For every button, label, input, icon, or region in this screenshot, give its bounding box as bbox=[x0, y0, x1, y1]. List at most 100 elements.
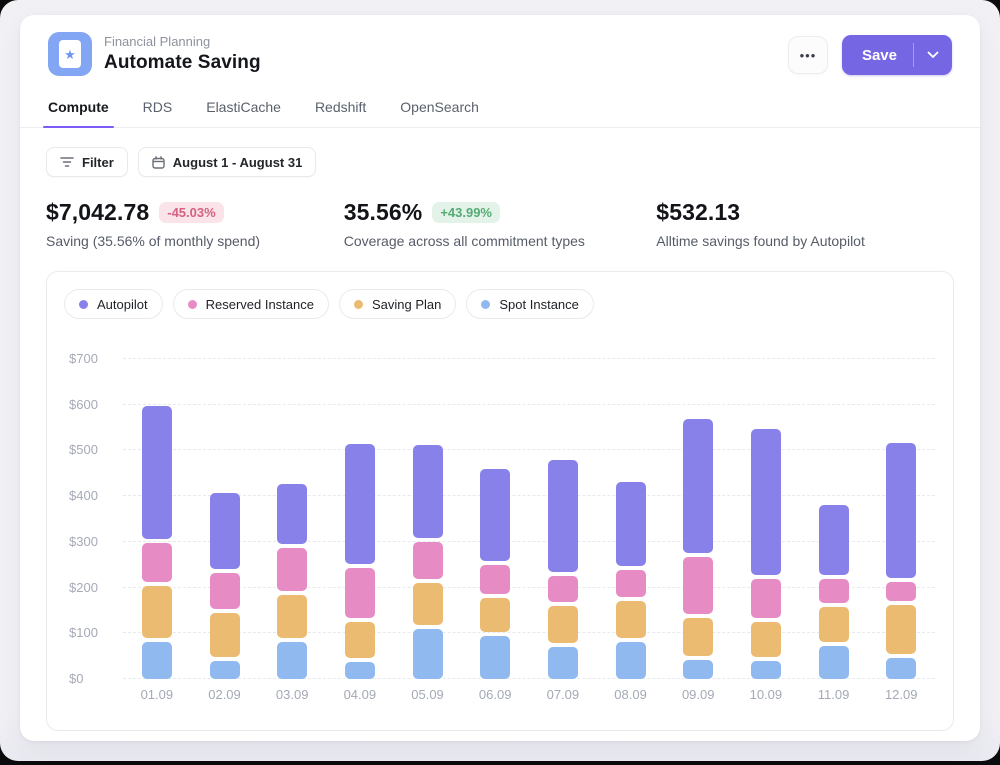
date-range-button[interactable]: August 1 - August 31 bbox=[138, 147, 317, 177]
bar-segment-spot-instance[interactable] bbox=[277, 642, 307, 679]
x-axis-label: 04.09 bbox=[326, 687, 394, 702]
bar-segment-reserved-instance[interactable] bbox=[345, 568, 375, 617]
stacked-bar-04.09[interactable] bbox=[345, 444, 375, 679]
toolbar: Filter August 1 - August 31 bbox=[20, 128, 980, 177]
bar-segment-reserved-instance[interactable] bbox=[480, 565, 510, 594]
bar-segment-reserved-instance[interactable] bbox=[819, 579, 849, 603]
bar-segment-spot-instance[interactable] bbox=[142, 642, 172, 679]
x-axis-label: 02.09 bbox=[191, 687, 259, 702]
filter-button[interactable]: Filter bbox=[46, 147, 128, 177]
stacked-bar-05.09[interactable] bbox=[413, 445, 443, 679]
legend-item-saving-plan[interactable]: Saving Plan bbox=[339, 289, 456, 319]
bar-segment-saving-plan[interactable] bbox=[142, 586, 172, 639]
stat-value: $532.13 bbox=[656, 199, 740, 226]
bar-segment-saving-plan[interactable] bbox=[210, 613, 240, 656]
bar-segment-reserved-instance[interactable] bbox=[548, 576, 578, 603]
legend-item-reserved-instance[interactable]: Reserved Instance bbox=[173, 289, 329, 319]
tab-compute[interactable]: Compute bbox=[48, 93, 109, 127]
bar-segment-reserved-instance[interactable] bbox=[413, 542, 443, 579]
stacked-bar-12.09[interactable] bbox=[886, 443, 916, 679]
save-dropdown-button[interactable] bbox=[914, 35, 952, 75]
bar-column-06.09 bbox=[461, 359, 529, 679]
bar-column-03.09 bbox=[258, 359, 326, 679]
y-axis-tick: $500 bbox=[69, 442, 98, 457]
x-axis-label: 06.09 bbox=[461, 687, 529, 702]
tab-rds[interactable]: RDS bbox=[143, 93, 173, 127]
bar-segment-saving-plan[interactable] bbox=[480, 598, 510, 632]
bar-segment-autopilot[interactable] bbox=[210, 493, 240, 568]
bar-segment-autopilot[interactable] bbox=[142, 406, 172, 539]
x-axis-label: 07.09 bbox=[529, 687, 597, 702]
bar-segment-saving-plan[interactable] bbox=[548, 606, 578, 643]
bar-segment-spot-instance[interactable] bbox=[616, 642, 646, 679]
filter-icon bbox=[60, 156, 74, 168]
legend-label: Autopilot bbox=[97, 297, 148, 312]
more-button[interactable]: ••• bbox=[788, 36, 828, 74]
bar-segment-saving-plan[interactable] bbox=[616, 601, 646, 638]
bar-segment-saving-plan[interactable] bbox=[683, 618, 713, 655]
bar-segment-reserved-instance[interactable] bbox=[616, 570, 646, 597]
x-axis-label: 08.09 bbox=[597, 687, 665, 702]
legend-item-spot-instance[interactable]: Spot Instance bbox=[466, 289, 594, 319]
legend-item-autopilot[interactable]: Autopilot bbox=[64, 289, 163, 319]
bar-segment-autopilot[interactable] bbox=[548, 460, 578, 572]
bar-segment-autopilot[interactable] bbox=[277, 484, 307, 543]
bar-segment-saving-plan[interactable] bbox=[277, 595, 307, 638]
bar-segment-autopilot[interactable] bbox=[480, 469, 510, 560]
stat-3: $532.13 Alltime savings found by Autopilo… bbox=[656, 199, 954, 249]
bar-segment-autopilot[interactable] bbox=[345, 444, 375, 564]
stacked-bar-08.09[interactable] bbox=[616, 482, 646, 679]
stacked-bar-01.09[interactable] bbox=[142, 406, 172, 679]
bar-segment-saving-plan[interactable] bbox=[819, 607, 849, 642]
bar-segment-reserved-instance[interactable] bbox=[751, 579, 781, 618]
screen-background: ★ Financial Planning Automate Saving •••… bbox=[0, 0, 1000, 765]
bar-segment-reserved-instance[interactable] bbox=[886, 582, 916, 600]
bar-segment-reserved-instance[interactable] bbox=[142, 543, 172, 582]
bar-segment-saving-plan[interactable] bbox=[345, 622, 375, 659]
bar-segment-autopilot[interactable] bbox=[616, 482, 646, 565]
chart-x-axis: 01.0902.0903.0904.0905.0906.0907.0908.09… bbox=[123, 687, 935, 702]
bar-segment-autopilot[interactable] bbox=[683, 419, 713, 553]
bar-segment-spot-instance[interactable] bbox=[548, 647, 578, 679]
bar-segment-autopilot[interactable] bbox=[886, 443, 916, 579]
stat-change-badge: +43.99% bbox=[432, 202, 500, 223]
tab-elasticache[interactable]: ElastiCache bbox=[206, 93, 281, 127]
bar-segment-spot-instance[interactable] bbox=[413, 629, 443, 679]
bar-segment-reserved-instance[interactable] bbox=[210, 573, 240, 610]
bar-segment-spot-instance[interactable] bbox=[886, 658, 916, 679]
bar-segment-spot-instance[interactable] bbox=[210, 661, 240, 679]
stacked-bar-02.09[interactable] bbox=[210, 493, 240, 679]
save-button[interactable]: Save bbox=[842, 35, 913, 75]
bar-segment-spot-instance[interactable] bbox=[819, 646, 849, 679]
calendar-icon bbox=[152, 156, 165, 169]
bar-segment-spot-instance[interactable] bbox=[480, 636, 510, 679]
stacked-bar-10.09[interactable] bbox=[751, 429, 781, 679]
main-card: ★ Financial Planning Automate Saving •••… bbox=[20, 15, 980, 741]
bar-segment-autopilot[interactable] bbox=[751, 429, 781, 574]
chevron-down-icon bbox=[927, 51, 939, 59]
bar-column-12.09 bbox=[867, 359, 935, 679]
bar-segment-saving-plan[interactable] bbox=[413, 583, 443, 626]
tab-redshift[interactable]: Redshift bbox=[315, 93, 366, 127]
bar-segment-spot-instance[interactable] bbox=[683, 660, 713, 679]
bar-segment-saving-plan[interactable] bbox=[751, 622, 781, 658]
bar-segment-saving-plan[interactable] bbox=[886, 605, 916, 654]
tab-opensearch[interactable]: OpenSearch bbox=[400, 93, 479, 127]
stat-label: Alltime savings found by Autopilot bbox=[656, 233, 954, 249]
stacked-bar-03.09[interactable] bbox=[277, 484, 307, 679]
stacked-bar-06.09[interactable] bbox=[480, 469, 510, 679]
bar-segment-reserved-instance[interactable] bbox=[683, 557, 713, 614]
stacked-bar-09.09[interactable] bbox=[683, 419, 713, 679]
stacked-bar-07.09[interactable] bbox=[548, 460, 578, 679]
bar-segment-spot-instance[interactable] bbox=[751, 661, 781, 679]
bar-segment-autopilot[interactable] bbox=[819, 505, 849, 575]
stacked-bar-11.09[interactable] bbox=[819, 505, 849, 679]
legend-dot bbox=[188, 300, 197, 309]
star-icon: ★ bbox=[64, 48, 76, 61]
bar-segment-reserved-instance[interactable] bbox=[277, 548, 307, 591]
bar-segment-autopilot[interactable] bbox=[413, 445, 443, 538]
y-axis-tick: $600 bbox=[69, 396, 98, 411]
y-axis-tick: $0 bbox=[69, 671, 83, 686]
tab-bar: Compute RDS ElastiCache Redshift OpenSearch bbox=[20, 93, 980, 128]
bar-segment-spot-instance[interactable] bbox=[345, 662, 375, 679]
